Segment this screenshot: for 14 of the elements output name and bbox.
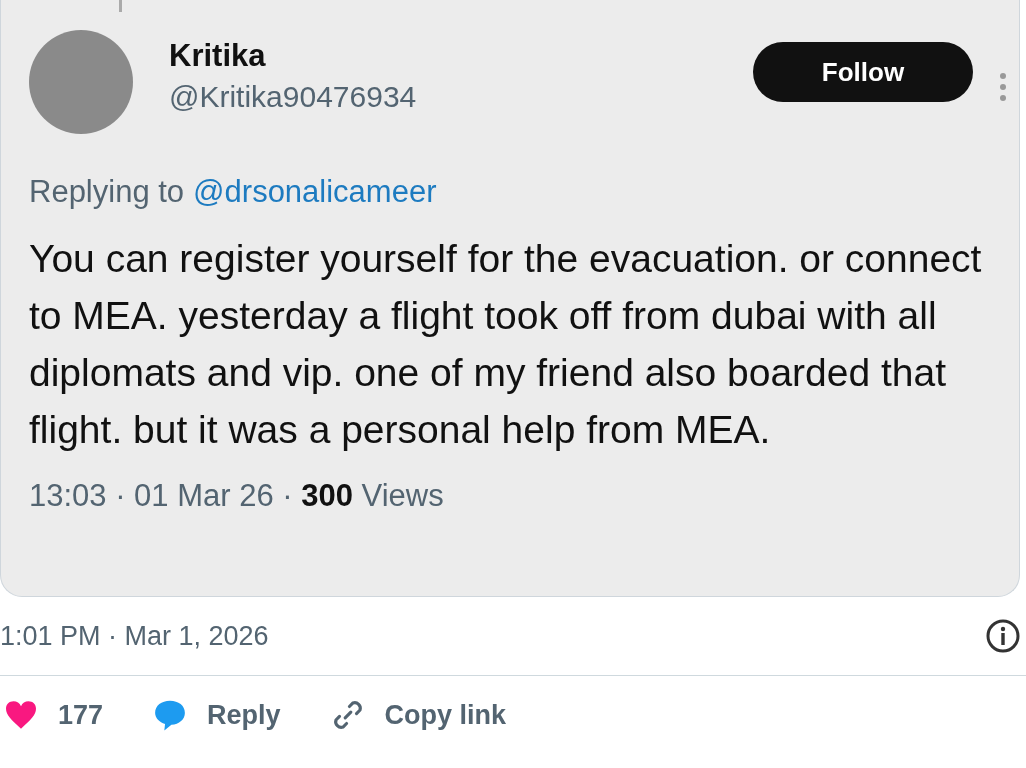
reply-button[interactable]: Reply — [153, 698, 281, 732]
heart-icon — [4, 700, 38, 730]
post-timestamp: 1:01 PM · Mar 1, 2026 — [0, 620, 269, 652]
tweet-text: You can register yourself for the evacuation. or connect to MEA. yesterday a flight took off from dubai with all diplomats and vip. one of my friend also boarded that flight. but it was a personal help from MEA. — [29, 236, 983, 453]
tweet-meta: 13:03 · 01 Mar 26 · 300 Views — [29, 478, 445, 514]
author-name: Kritika — [169, 38, 267, 74]
like-button[interactable]: 177 — [4, 699, 104, 731]
mention-link[interactable]: @drsonalicameer — [193, 174, 437, 210]
copy-link-button[interactable]: Copy link — [330, 698, 507, 732]
info-icon[interactable] — [986, 619, 1020, 653]
follow-button[interactable]: Follow — [753, 42, 973, 102]
speech-bubble-icon — [153, 698, 188, 732]
replying-label: Replying to — [29, 174, 185, 210]
author-handle: @Kritika90476934 — [169, 80, 417, 114]
